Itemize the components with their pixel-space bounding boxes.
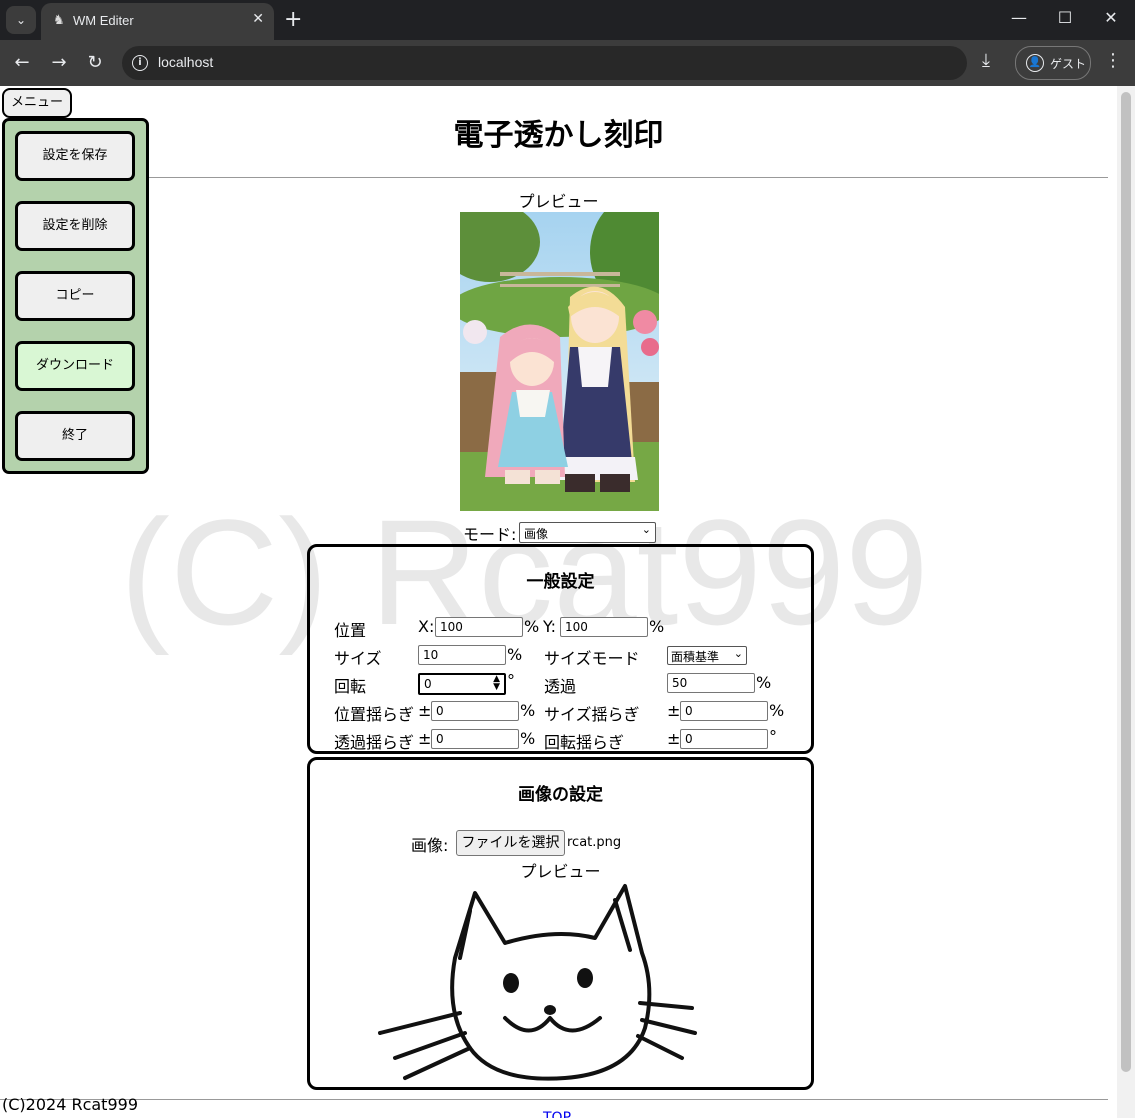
size-jitter-label: サイズ揺らぎ	[544, 705, 640, 724]
menu-panel: 設定を保存 設定を削除 コピー ダウンロード 終了	[2, 118, 149, 474]
mode-row: モード: 画像 ⌄	[463, 521, 656, 545]
general-settings-panel: 一般設定 位置 X: 100 % Y: 100 % サイズ 10 % サイズモー…	[307, 544, 814, 754]
back-icon[interactable]: ←	[10, 51, 34, 75]
pos-jitter-label: 位置揺らぎ	[334, 705, 415, 724]
y-unit: %	[649, 617, 665, 636]
size-mode-value: 面積基準	[671, 650, 720, 664]
rotation-jitter-label: 回転揺らぎ	[544, 733, 625, 752]
y-input-value: 100	[565, 620, 588, 634]
pos-jitter-unit: %	[520, 701, 536, 720]
browser-tab-strip: ⌄ ♞ WM Editer ✕ + — ☐ ✕	[0, 0, 1135, 40]
forward-icon[interactable]: →	[47, 51, 71, 75]
size-input[interactable]: 10	[418, 645, 506, 665]
top-link[interactable]: TOP	[543, 1110, 571, 1118]
opacity-unit: %	[756, 673, 772, 692]
footer-divider	[0, 1099, 1108, 1100]
reload-icon[interactable]: ↻	[83, 51, 107, 75]
rotation-jitter-unit: °	[769, 727, 777, 746]
rotation-jitter-pm: ±	[667, 729, 681, 748]
footer-copyright: (C)2024 Rcat999	[2, 1095, 138, 1114]
x-input-value: 100	[440, 620, 463, 634]
page-scrollbar[interactable]	[1117, 86, 1135, 1118]
opacity-jitter-input[interactable]: 0	[431, 729, 519, 749]
file-select-button[interactable]: ファイルを選択	[456, 830, 565, 856]
address-bar[interactable]: i localhost	[122, 46, 967, 80]
browser-toolbar: ← → ↻ i localhost ⤓ 👤 ゲスト ⋮	[0, 40, 1135, 86]
more-menu-icon[interactable]: ⋮	[1104, 50, 1122, 71]
mode-select[interactable]: 画像 ⌄	[519, 522, 656, 543]
x-input[interactable]: 100	[435, 617, 523, 637]
chevron-down-icon: ⌄	[15, 13, 27, 27]
download-icon[interactable]: ⤓	[982, 50, 990, 71]
chevron-down-icon: ⌄	[733, 647, 743, 660]
url-text: localhost	[158, 54, 214, 70]
copy-button[interactable]: コピー	[15, 271, 135, 321]
maximize-icon[interactable]: ☐	[1053, 8, 1077, 27]
minimize-icon[interactable]: —	[1007, 8, 1031, 27]
image-preview	[378, 884, 697, 1081]
menu-toggle-button[interactable]: メニュー	[2, 88, 72, 118]
tab-search-button[interactable]: ⌄	[6, 6, 36, 34]
opacity-jitter-label: 透過揺らぎ	[334, 733, 415, 752]
download-button[interactable]: ダウンロード	[15, 341, 135, 391]
image-label: 画像:	[411, 836, 449, 855]
rotation-unit: °	[507, 671, 515, 690]
page-viewport: (C) Rcat999 電子透かし刻印 プレビュー モード: 画像 ⌄ 一般設定…	[0, 86, 1117, 1118]
delete-settings-button[interactable]: 設定を削除	[15, 201, 135, 251]
page-title: 電子透かし刻印	[453, 118, 664, 153]
pos-jitter-pm: ±	[418, 701, 432, 720]
chevron-down-icon: ⌄	[641, 523, 651, 536]
profile-button[interactable]: 👤 ゲスト	[1015, 46, 1091, 80]
close-tab-icon[interactable]: ✕	[252, 11, 264, 27]
size-jitter-input-value: 0	[685, 704, 693, 718]
image-settings-panel: 画像の設定 画像: ファイルを選択 rcat.png プレビュー	[307, 757, 814, 1090]
mode-label: モード:	[463, 525, 517, 544]
save-settings-button[interactable]: 設定を保存	[15, 131, 135, 181]
tab-title: WM Editer	[73, 13, 134, 28]
preview-image	[460, 212, 659, 511]
divider	[146, 177, 1108, 178]
scrollbar-thumb[interactable]	[1121, 92, 1131, 1072]
opacity-label: 透過	[544, 677, 577, 696]
size-jitter-pm: ±	[667, 701, 681, 720]
rotation-label: 回転	[334, 677, 367, 696]
profile-icon: 👤	[1026, 54, 1044, 72]
x-unit: %	[524, 617, 540, 636]
size-mode-label: サイズモード	[544, 649, 640, 668]
close-window-icon[interactable]: ✕	[1099, 8, 1123, 27]
mode-select-value: 画像	[524, 527, 549, 541]
file-name: rcat.png	[567, 835, 622, 850]
rotation-jitter-input[interactable]: 0	[680, 729, 768, 749]
profile-label: ゲスト	[1050, 57, 1087, 71]
rotation-jitter-input-value: 0	[685, 732, 693, 746]
y-label: Y:	[543, 617, 557, 636]
size-input-value: 10	[423, 648, 439, 662]
browser-tab[interactable]: ♞ WM Editer ✕	[41, 3, 274, 40]
size-mode-select[interactable]: 面積基準 ⌄	[667, 646, 747, 665]
preview-label: プレビュー	[518, 192, 599, 211]
size-unit: %	[507, 645, 523, 664]
spinner-icon[interactable]: ▲ ▼	[493, 675, 500, 692]
size-jitter-input[interactable]: 0	[680, 701, 768, 721]
x-label: X:	[418, 617, 435, 636]
y-input[interactable]: 100	[560, 617, 648, 637]
opacity-input[interactable]: 50	[667, 673, 755, 693]
general-settings-title: 一般設定	[526, 572, 595, 592]
rotation-input-value: 0	[424, 677, 432, 691]
new-tab-button[interactable]: +	[284, 6, 302, 34]
rotation-input[interactable]: 0 ▲ ▼	[418, 673, 506, 695]
size-label: サイズ	[334, 649, 382, 668]
opacity-jitter-input-value: 0	[436, 732, 444, 746]
favicon-icon: ♞	[53, 13, 65, 28]
image-settings-title: 画像の設定	[518, 785, 603, 805]
opacity-input-value: 50	[672, 676, 688, 690]
size-jitter-unit: %	[769, 701, 785, 720]
opacity-jitter-unit: %	[520, 729, 536, 748]
info-icon[interactable]: i	[132, 55, 148, 71]
opacity-jitter-pm: ±	[418, 729, 432, 748]
pos-jitter-input-value: 0	[436, 704, 444, 718]
position-label: 位置	[334, 621, 367, 640]
pos-jitter-input[interactable]: 0	[431, 701, 519, 721]
exit-button[interactable]: 終了	[15, 411, 135, 461]
